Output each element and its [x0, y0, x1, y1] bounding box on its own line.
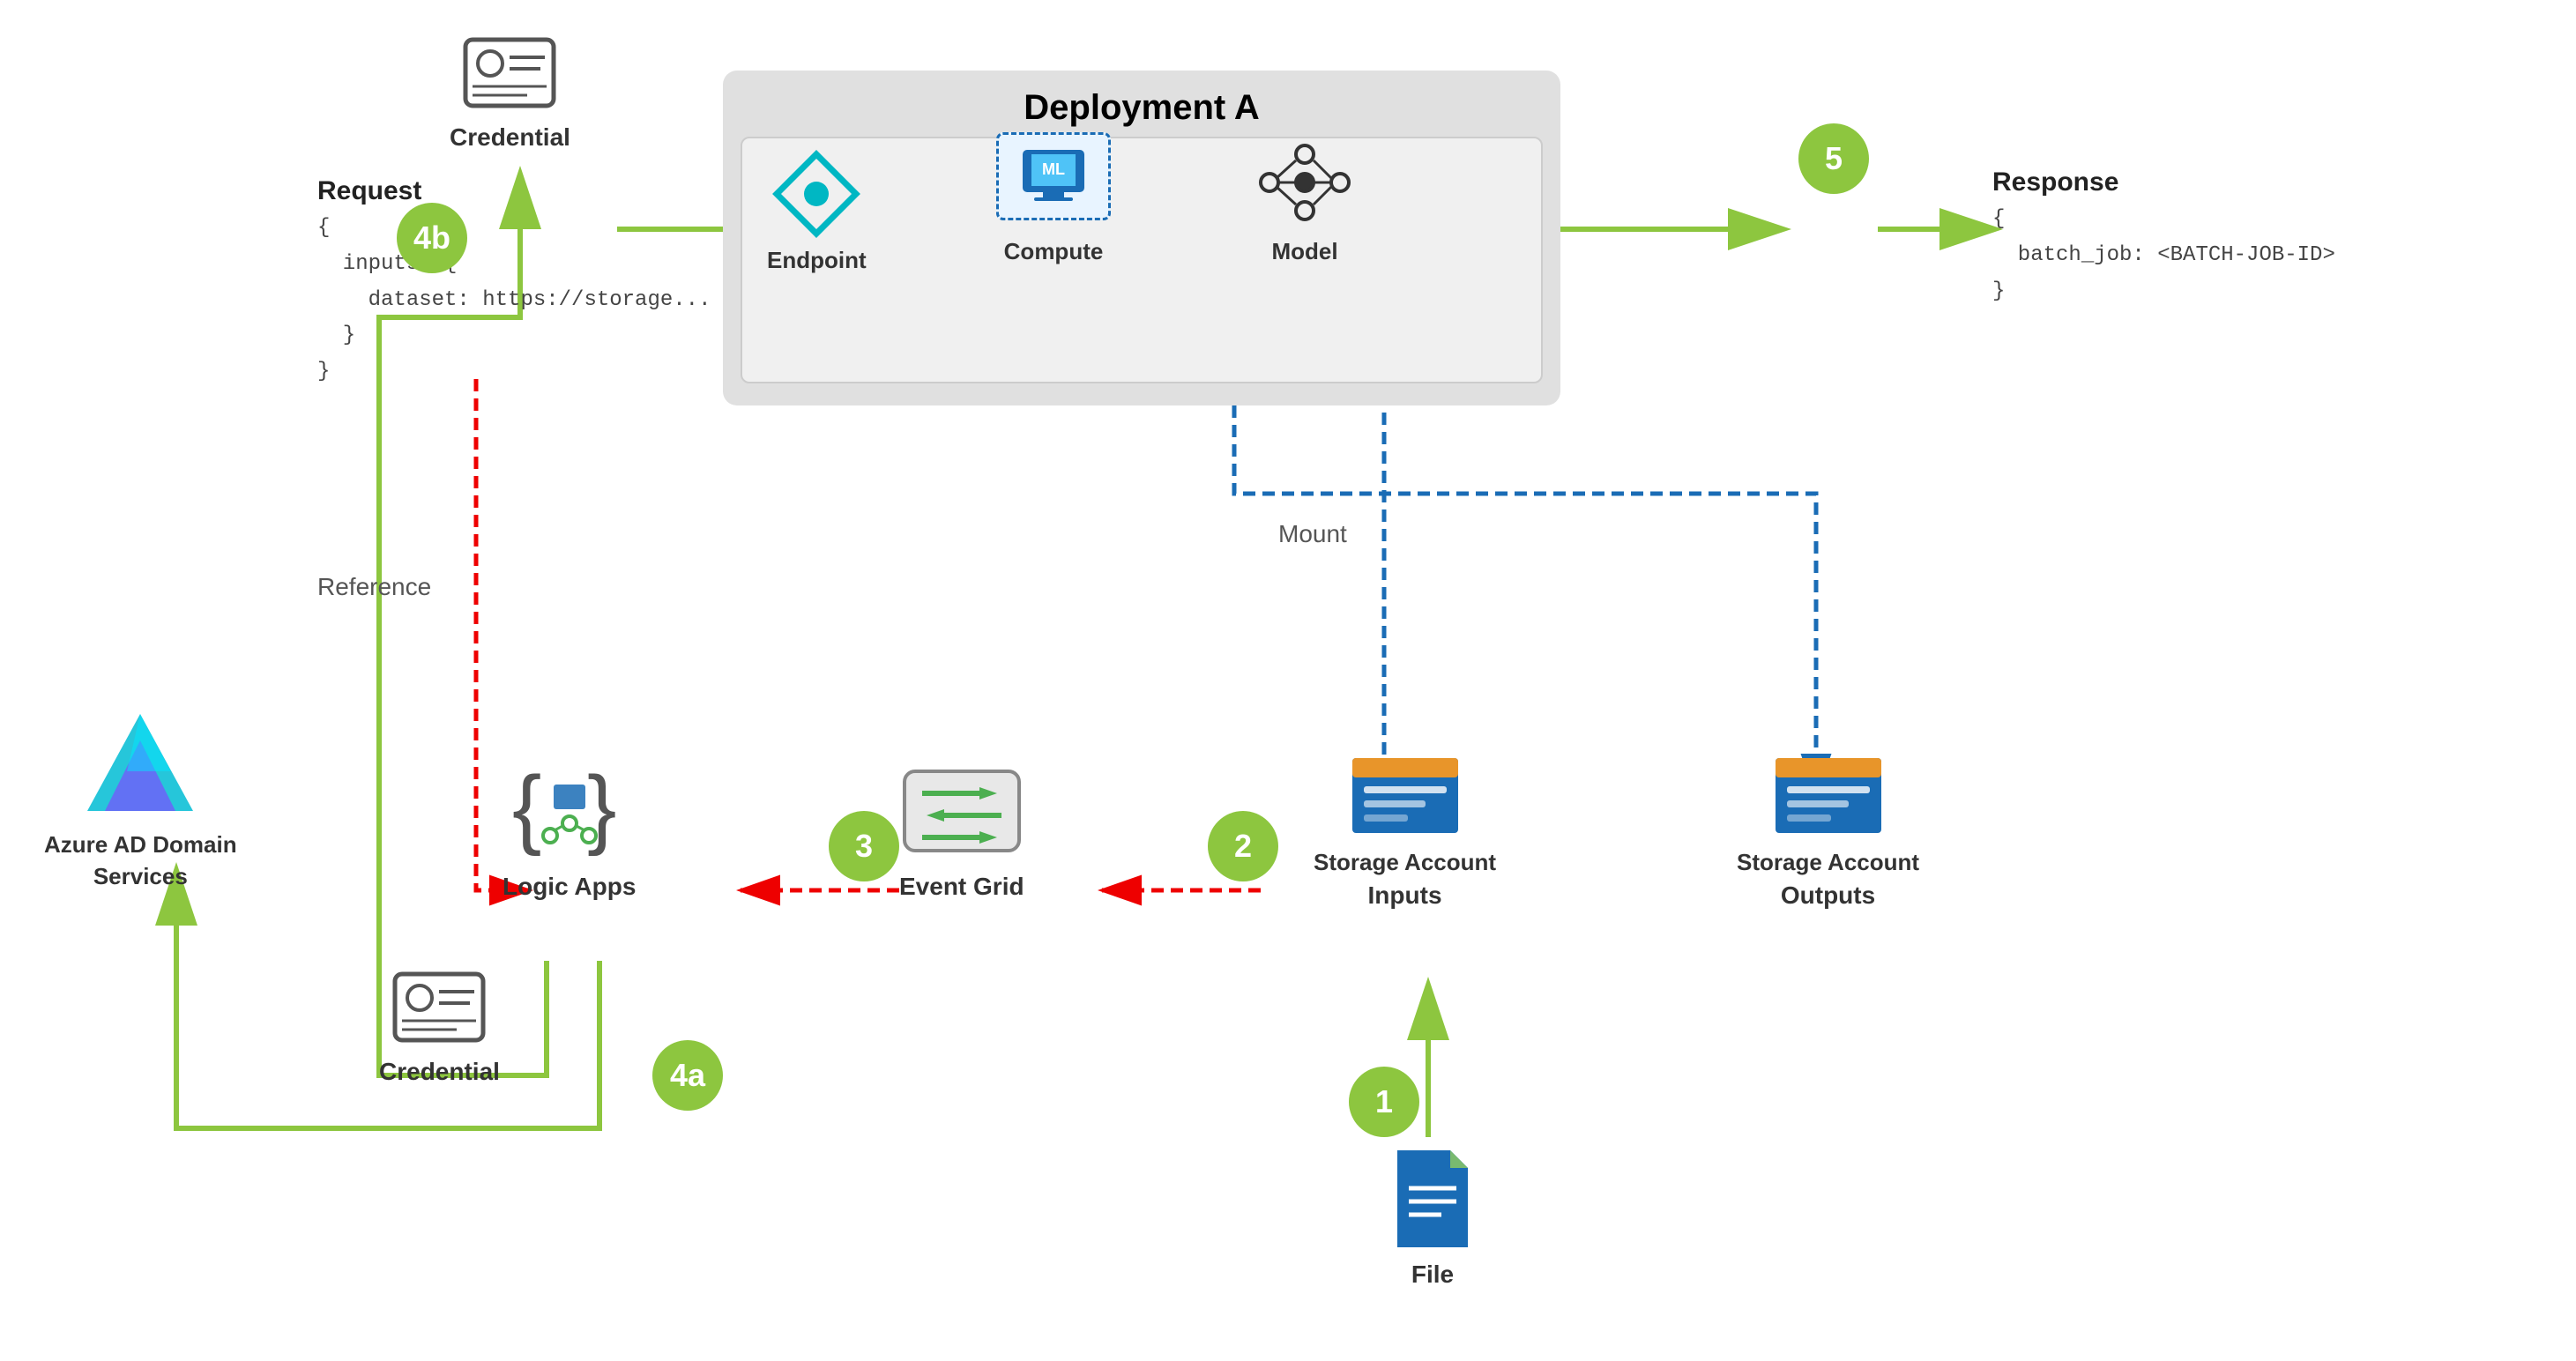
logic-apps-icon: { }: [508, 758, 631, 864]
response-box: Response { batch_job: <BATCH-JOB-ID> }: [1992, 167, 2335, 309]
model-icon: [1252, 137, 1358, 229]
storage-outputs-icon: [1771, 740, 1886, 837]
endpoint-icon: [768, 150, 865, 238]
model-node: Model: [1252, 137, 1358, 265]
storage-outputs-label: Storage AccountOutputs: [1737, 846, 1919, 913]
compute-node: ML Compute: [996, 132, 1111, 265]
azure-ad-label: Azure AD DomainServices: [44, 829, 237, 893]
badge-4a: 4a: [652, 1040, 723, 1111]
compute-svg: ML: [1018, 145, 1089, 207]
request-box: Request { inputs: { dataset: https://sto…: [317, 176, 711, 390]
response-body: { batch_job: <BATCH-JOB-ID> }: [1992, 202, 2335, 309]
deployment-title: Deployment A: [741, 88, 1543, 128]
badge-4b-label: 4b: [413, 219, 450, 257]
storage-inputs-node: Storage AccountInputs: [1314, 740, 1496, 913]
logic-apps-node: { } Logic Apps: [503, 758, 636, 901]
diagram-container: Deployment A Endpoint ML: [0, 0, 2576, 1361]
badge-2-label: 2: [1234, 828, 1252, 865]
badge-4b: 4b: [397, 203, 467, 273]
mount-label: Mount: [1278, 520, 1347, 548]
credential-bottom-label: Credential: [379, 1058, 500, 1086]
badge-5: 5: [1798, 123, 1869, 194]
storage-inputs-label: Storage AccountInputs: [1314, 846, 1496, 913]
credential-top-node: Credential: [450, 35, 570, 152]
reference-label: Reference: [317, 573, 431, 601]
endpoint-node: Endpoint: [767, 150, 867, 274]
badge-1-label: 1: [1375, 1083, 1393, 1120]
svg-text:{: {: [512, 758, 541, 857]
credential-bottom-icon: [386, 970, 492, 1049]
svg-text:ML: ML: [1042, 160, 1065, 178]
model-label: Model: [1271, 238, 1337, 265]
azure-ad-node: Azure AD DomainServices: [44, 705, 237, 893]
storage-outputs-node: Storage AccountOutputs: [1737, 740, 1919, 913]
badge-5-label: 5: [1825, 140, 1843, 177]
file-icon: [1384, 1146, 1481, 1252]
logic-apps-label: Logic Apps: [503, 873, 636, 901]
request-title: Request: [317, 176, 711, 206]
azure-ad-icon: [78, 705, 202, 820]
badge-3-label: 3: [855, 828, 873, 865]
credential-top-icon: [457, 35, 562, 115]
credential-top-label: Credential: [450, 123, 570, 152]
event-grid-node: Event Grid: [899, 758, 1024, 901]
request-body: { inputs: { dataset: https://storage... …: [317, 211, 711, 390]
file-label: File: [1411, 1261, 1454, 1289]
response-title: Response: [1992, 167, 2335, 197]
badge-1: 1: [1349, 1067, 1419, 1137]
endpoint-label: Endpoint: [767, 247, 867, 274]
file-node: File: [1384, 1146, 1481, 1289]
compute-label: Compute: [1004, 238, 1104, 265]
badge-2: 2: [1208, 811, 1278, 881]
badge-3: 3: [829, 811, 899, 881]
event-grid-icon: [900, 758, 1024, 864]
badge-4a-label: 4a: [670, 1057, 705, 1094]
credential-bottom-node: Credential: [379, 970, 500, 1086]
storage-inputs-icon: [1348, 740, 1463, 837]
event-grid-label: Event Grid: [899, 873, 1024, 901]
compute-icon: ML: [996, 132, 1111, 229]
